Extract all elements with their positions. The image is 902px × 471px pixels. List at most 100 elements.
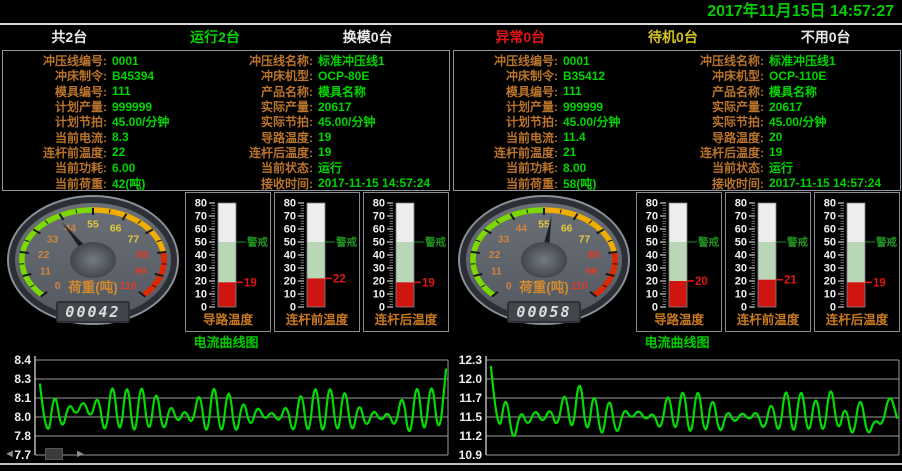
thermo-label: 连杆前温度 <box>286 312 349 327</box>
svg-text:33: 33 <box>47 233 59 245</box>
svg-text:88: 88 <box>588 249 600 261</box>
svg-text:11.5: 11.5 <box>459 410 482 424</box>
status-item: 异常0台 <box>495 27 545 47</box>
svg-text:60: 60 <box>195 224 207 236</box>
info-value: 标准冲压线1 <box>313 52 449 69</box>
svg-text:7.8: 7.8 <box>14 429 31 443</box>
svg-text:80: 80 <box>373 198 385 210</box>
thermo-label: 连杆后温度 <box>826 312 889 327</box>
info-value: 运行 <box>313 159 449 176</box>
gauge-hub <box>521 242 567 278</box>
svg-text:44: 44 <box>515 222 527 234</box>
svg-text:0: 0 <box>741 302 747 314</box>
thermo-label: 连杆前温度 <box>737 312 800 327</box>
gauge-lcd-value: 00058 <box>516 303 571 321</box>
svg-text:70: 70 <box>735 211 747 223</box>
info-value: 20617 <box>313 100 449 114</box>
svg-text:20: 20 <box>373 276 385 288</box>
thermo-value: 22 <box>333 273 346 285</box>
thermometer-group: 01020304050607080警戒20导路温度010203040506070… <box>635 192 901 334</box>
info-value: 模具名称 <box>313 83 449 100</box>
svg-text:99: 99 <box>586 266 598 278</box>
info-value: 0001 <box>558 54 680 68</box>
info-value: 45.00/分钟 <box>313 113 449 130</box>
svg-text:70: 70 <box>373 211 385 223</box>
info-value: 11.4 <box>558 130 680 144</box>
thermo-warn-label: 警戒 <box>786 236 808 249</box>
svg-text:30: 30 <box>824 263 836 275</box>
thermo-label: 导路温度 <box>203 312 254 327</box>
svg-text:0: 0 <box>830 302 836 314</box>
thermo-fill <box>218 282 236 307</box>
chart-title: 电流曲线图 <box>453 335 901 351</box>
thermo-value: 19 <box>873 277 886 289</box>
svg-text:50: 50 <box>824 237 836 249</box>
svg-text:70: 70 <box>824 211 836 223</box>
scroll-thumb[interactable] <box>45 448 63 460</box>
thermometer: 01020304050607080警戒20导路温度 <box>636 192 722 332</box>
thermo-value: 19 <box>244 277 257 289</box>
current-curve-chart: 8.48.38.18.07.87.7 <box>2 351 451 463</box>
status-item: 共2台 <box>51 27 87 47</box>
svg-text:10: 10 <box>646 289 658 301</box>
info-value: 8.3 <box>107 130 229 144</box>
svg-text:10: 10 <box>735 289 747 301</box>
svg-text:20: 20 <box>284 276 296 288</box>
svg-text:50: 50 <box>373 237 385 249</box>
status-item: 换模0台 <box>343 27 393 47</box>
info-value: 20617 <box>764 100 900 114</box>
svg-text:0: 0 <box>379 302 385 314</box>
svg-text:70: 70 <box>195 211 207 223</box>
svg-text:20: 20 <box>646 276 658 288</box>
scroll-right-icon[interactable]: ► <box>75 449 86 460</box>
svg-text:99: 99 <box>135 266 147 278</box>
svg-text:22: 22 <box>489 249 501 261</box>
info-value: 58(吨) <box>558 175 680 192</box>
svg-text:80: 80 <box>646 198 658 210</box>
machine-panel-1: 冲压线编号:0001冲压线名称:标准冲压线1冲床制令:B45394冲床机型:OC… <box>0 48 451 463</box>
thermo-fill <box>307 278 325 307</box>
meters-row: 0112233445566778899110荷重(吨)00042 0102030… <box>2 192 450 334</box>
svg-text:70: 70 <box>284 211 296 223</box>
info-value: 42(吨) <box>107 175 229 192</box>
chart-title: 电流曲线图 <box>2 335 450 351</box>
info-label: 接收时间: <box>229 175 313 192</box>
gauge-lcd-value: 00042 <box>65 303 120 321</box>
svg-text:88: 88 <box>137 249 149 261</box>
thermometer: 01020304050607080警戒19连杆后温度 <box>814 192 900 332</box>
svg-text:8.4: 8.4 <box>14 353 31 367</box>
scroll-left-icon[interactable]: ◄ <box>4 449 15 460</box>
svg-text:80: 80 <box>735 198 747 210</box>
thermo-fill <box>669 281 687 307</box>
info-value: 标准冲压线1 <box>764 52 900 69</box>
info-value: 19 <box>313 145 449 159</box>
svg-text:70: 70 <box>646 211 658 223</box>
svg-text:12.3: 12.3 <box>459 353 483 367</box>
chart-block: 电流曲线图 8.48.38.18.07.87.7 ◄ ► <box>2 335 450 463</box>
svg-text:40: 40 <box>373 250 385 262</box>
info-value: 2017-11-15 14:57:24 <box>764 176 900 190</box>
info-box: 冲压线编号:0001冲压线名称:标准冲压线1冲床制令:B45394冲床机型:OC… <box>2 50 450 191</box>
meters-row: 0112233445566778899110荷重(吨)00058 0102030… <box>453 192 901 334</box>
press-line-dashboard: 2017年11月15日 14:57:27 共2台运行2台换模0台异常0台待机0台… <box>0 0 902 471</box>
status-item: 不用0台 <box>801 27 851 47</box>
svg-text:30: 30 <box>373 263 385 275</box>
svg-text:66: 66 <box>110 222 122 234</box>
thermo-value: 21 <box>784 275 797 287</box>
svg-text:22: 22 <box>38 249 50 261</box>
svg-text:10: 10 <box>195 289 207 301</box>
bottom-divider <box>0 463 902 465</box>
thermo-value: 19 <box>422 277 435 289</box>
thermometer: 01020304050607080警戒19连杆后温度 <box>363 192 449 332</box>
info-value: 2017-11-15 14:57:24 <box>313 176 449 190</box>
info-value: 8.00 <box>558 161 680 175</box>
svg-text:20: 20 <box>195 276 207 288</box>
info-value: 6.00 <box>107 161 229 175</box>
info-value: 111 <box>107 84 229 98</box>
info-value: 0001 <box>107 54 229 68</box>
info-value: 45.00/分钟 <box>558 113 680 130</box>
svg-text:50: 50 <box>646 237 658 249</box>
svg-text:40: 40 <box>824 250 836 262</box>
svg-text:10: 10 <box>373 289 385 301</box>
svg-text:8.3: 8.3 <box>14 372 31 386</box>
